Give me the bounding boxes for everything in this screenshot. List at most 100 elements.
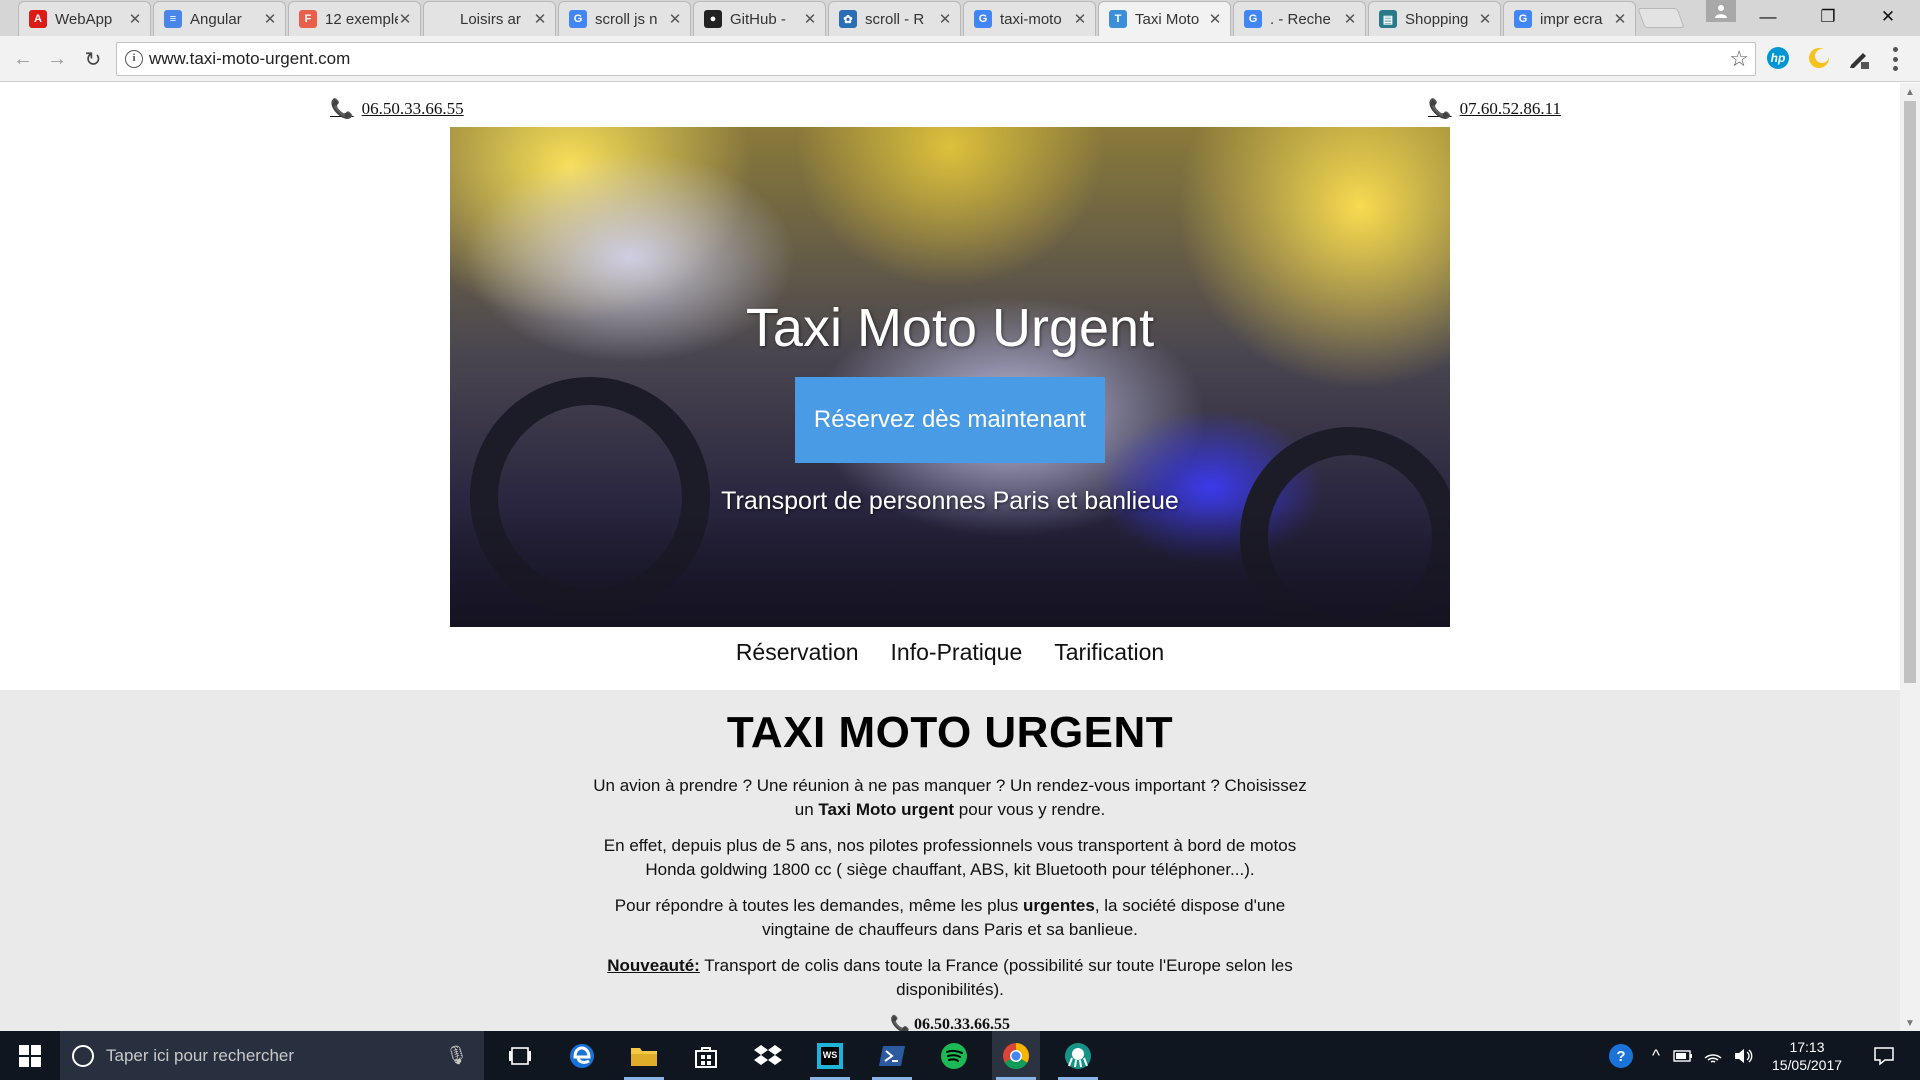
url-text[interactable]: www.taxi-moto-urgent.com (149, 49, 350, 69)
scroll-up-icon[interactable]: ▲ (1905, 87, 1915, 98)
intro-paragraph-1: Un avion à prendre ? Une réunion à ne pa… (593, 776, 1307, 819)
start-button[interactable] (0, 1031, 60, 1080)
tab-close-icon[interactable]: ✕ (803, 10, 817, 28)
nav-tarification[interactable]: Tarification (1054, 639, 1164, 666)
tab-title: WebApp (55, 10, 113, 28)
minimize-icon: — (1759, 7, 1777, 26)
tab-close-icon[interactable]: ✕ (1073, 10, 1087, 28)
microphone-icon[interactable]: 🎙 (445, 1045, 468, 1066)
bookmark-star-icon[interactable]: ☆ (1729, 46, 1749, 72)
hero-title: Taxi Moto Urgent (745, 298, 1155, 358)
nav-reservation[interactable]: Réservation (736, 639, 859, 666)
reload-button[interactable]: ↻ (80, 46, 106, 72)
address-bar[interactable]: i www.taxi-moto-urgent.com ☆ (116, 42, 1756, 76)
phone-link-right[interactable]: 📞 07.60.52.86.11 (1428, 97, 1561, 121)
tab-title: taxi-moto (1000, 10, 1062, 28)
hero-banner: Taxi Moto Urgent Réservez dès maintenant… (450, 127, 1450, 627)
spotify-icon[interactable] (930, 1031, 978, 1080)
info-icon[interactable]: i (125, 50, 143, 68)
browser-tab[interactable]: F 12 exemples✕ (288, 1, 421, 36)
t-icon: T (1109, 10, 1127, 28)
tab-title: Angular (190, 10, 242, 28)
tab-close-icon[interactable]: ✕ (128, 10, 142, 28)
browser-tab[interactable]: Gimpr ecra ✕ (1503, 1, 1636, 36)
tab-close-icon[interactable]: ✕ (263, 10, 277, 28)
browser-tab[interactable]: G . - Reche ✕ (1233, 1, 1366, 36)
scroll-down-icon[interactable]: ▼ (1905, 1018, 1915, 1029)
volume-icon[interactable] (1730, 1031, 1756, 1080)
browser-tab[interactable]: ● GitHub - ✕ (693, 1, 826, 36)
intro-paragraph-2: En effet, depuis plus de 5 ans, nos pilo… (603, 836, 1297, 879)
windows-taskbar: Taper ici pour rechercher 🎙 WS ? ^ 17:13… (0, 1031, 1920, 1080)
new-tab-button[interactable] (1637, 8, 1685, 28)
tab-close-icon[interactable]: ✕ (668, 10, 682, 28)
wifi-icon[interactable] (1700, 1031, 1726, 1080)
browser-tab[interactable]: ✿ scroll - R ✕ (828, 1, 961, 36)
restore-button[interactable]: ❐ (1800, 0, 1856, 34)
tab-close-icon[interactable]: ✕ (1613, 10, 1627, 28)
phone-icon: 📞 (330, 99, 354, 120)
edge-icon[interactable] (558, 1031, 606, 1080)
tab-close-icon[interactable]: ✕ (1208, 10, 1222, 28)
tab-close-icon[interactable]: ✕ (1343, 10, 1357, 28)
chrome-icon[interactable] (992, 1031, 1040, 1080)
phone-icon: 📞 (890, 1016, 910, 1031)
reload-icon: ↻ (84, 48, 102, 71)
pen-extension-icon[interactable] (1846, 45, 1872, 71)
svg-text:hp: hp (1771, 51, 1786, 65)
tab-title: Shopping (1405, 10, 1469, 28)
browser-tab[interactable]: T Taxi Moto ✕ (1098, 1, 1231, 36)
tray-chevron-icon[interactable]: ^ (1644, 1031, 1668, 1080)
minimize-button[interactable]: — (1740, 0, 1796, 34)
browser-tab[interactable]: Gscroll js n ✕ (558, 1, 691, 36)
file-explorer-icon[interactable] (620, 1031, 668, 1080)
taskbar-clock[interactable]: 17:13 15/05/2017 (1762, 1038, 1852, 1074)
chrome-menu-icon[interactable] (1893, 47, 1899, 71)
browser-tab[interactable]: Loisirs ar ✕ (423, 1, 556, 36)
taskbar-search[interactable]: Taper ici pour rechercher 🎙 (60, 1031, 484, 1080)
store-icon[interactable] (682, 1031, 730, 1080)
clock-date: 15/05/2017 (1771, 1057, 1843, 1073)
shop-icon: ▤ (1379, 10, 1397, 28)
tab-close-icon[interactable]: ✕ (533, 10, 547, 28)
f-icon: F (299, 10, 317, 28)
tab-close-icon[interactable]: ✕ (938, 10, 952, 28)
tab-close-icon[interactable]: ✕ (1478, 10, 1492, 28)
intro-paragraph-4: Nouveauté: Transport de colis dans toute… (607, 956, 1293, 999)
tab-title: Taxi Moto (1135, 10, 1200, 28)
task-view-icon[interactable] (496, 1031, 544, 1080)
page-scrollbar[interactable]: ▲ ▼ (1900, 83, 1920, 1031)
dropbox-icon[interactable] (744, 1031, 792, 1080)
nav-info-pratique[interactable]: Info-Pratique (891, 639, 1023, 666)
person-icon (1715, 5, 1727, 18)
tab-close-icon[interactable]: ✕ (398, 10, 412, 28)
google-icon: G (1244, 10, 1262, 28)
powershell-icon[interactable] (868, 1031, 916, 1080)
profile-button[interactable] (1706, 0, 1736, 22)
browser-toolbar: ← → ↻ i www.taxi-moto-urgent.com ☆ hp (0, 36, 1920, 82)
gitkraken-icon[interactable] (1054, 1031, 1102, 1080)
browser-tab[interactable]: Gtaxi-moto ✕ (963, 1, 1096, 36)
action-center-icon[interactable] (1864, 1031, 1904, 1080)
google-icon: G (1514, 10, 1532, 28)
section-title: TAXI MOTO URGENT (726, 708, 1174, 757)
close-window-button[interactable]: ✕ (1860, 0, 1916, 34)
phone-number-left: 06.50.33.66.55 (361, 99, 464, 118)
moon-extension-icon[interactable] (1806, 45, 1832, 71)
phone-link-left[interactable]: 📞 06.50.33.66.55 (330, 97, 464, 121)
back-button[interactable]: ← (10, 46, 36, 72)
help-icon[interactable]: ? (1606, 1031, 1636, 1080)
forward-button[interactable]: → (44, 46, 70, 72)
browser-tab[interactable]: A WebApp ✕ (18, 1, 151, 36)
tab-title: impr ecra (1540, 10, 1603, 28)
tab-title: . - Reche (1270, 10, 1331, 28)
hp-extension-icon[interactable]: hp (1765, 45, 1791, 71)
browser-tab[interactable]: ▤ Shopping ✕ (1368, 1, 1501, 36)
webstorm-icon[interactable]: WS (806, 1031, 854, 1080)
scrollbar-thumb[interactable] (1904, 101, 1916, 683)
book-now-button[interactable]: Réservez dès maintenant (795, 377, 1105, 463)
phone-bottom[interactable]: 📞 06.50.33.66.55 (0, 1014, 1900, 1031)
battery-icon[interactable] (1670, 1031, 1696, 1080)
google-icon: G (569, 10, 587, 28)
browser-tab[interactable]: ≡ Angular ✕ (153, 1, 286, 36)
